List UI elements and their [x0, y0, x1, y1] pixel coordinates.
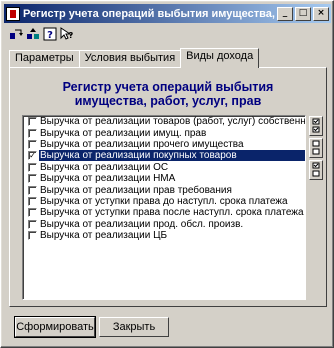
item-label: Выручка от реализации прод. обсл. произв…: [40, 218, 244, 230]
toolbar: ? ?: [9, 27, 74, 43]
heading-line-1: Регистр учета операций выбытия: [62, 80, 274, 94]
help-icon[interactable]: ?: [43, 27, 57, 41]
list-item[interactable]: Выручка от реализации имущ. прав: [23, 127, 305, 139]
list-item[interactable]: Выручка от реализации прав требования: [23, 184, 305, 196]
window-title: Регистр учета операций выбытия имущества…: [23, 7, 277, 20]
dialog-window: Регистр учета операций выбытия имущества…: [0, 0, 334, 348]
close-window-button[interactable]: ×: [313, 6, 329, 21]
item-label: Выручка от реализации покупных товаров: [39, 150, 305, 162]
clear-all-button[interactable]: [309, 138, 323, 158]
list-item[interactable]: Выручка от уступки права после наступл. …: [23, 207, 305, 218]
select-all-icon: [312, 118, 320, 133]
item-checkbox[interactable]: [28, 185, 37, 195]
item-checkbox[interactable]: ✓: [28, 151, 37, 161]
list-item[interactable]: Выручка от уступки права до наступл. сро…: [23, 196, 305, 207]
panel-heading: Регистр учета операций выбытия имущества…: [10, 80, 326, 108]
item-checkbox[interactable]: [28, 117, 37, 127]
select-all-button[interactable]: [309, 116, 323, 136]
list-item[interactable]: Выручка от реализации товаров (работ, ус…: [23, 116, 305, 127]
context-help-icon[interactable]: ?: [60, 27, 74, 41]
minimize-button[interactable]: _: [277, 6, 293, 21]
svg-text:?: ?: [69, 31, 74, 40]
item-label: Выручка от реализации НМА: [40, 173, 176, 185]
invert-selection-icon: [312, 162, 320, 177]
tab-parameters[interactable]: Параметры: [9, 50, 80, 68]
tab-income-types[interactable]: Виды дохода: [180, 48, 260, 68]
income-types-list[interactable]: Выручка от реализации товаров (работ, ус…: [22, 115, 306, 300]
list-item[interactable]: Выручка от реализации ОС: [23, 162, 305, 173]
item-checkbox[interactable]: [28, 208, 37, 218]
item-label: Выручка от реализации ОС: [40, 161, 169, 173]
app-icon[interactable]: [6, 6, 20, 21]
list-item[interactable]: Выручка от реализации прод. обсл. произв…: [23, 219, 305, 230]
item-label: Выручка от реализации прав требования: [40, 184, 232, 196]
item-checkbox[interactable]: [28, 128, 37, 138]
list-item[interactable]: Выручка от реализации НМА: [23, 173, 305, 184]
item-checkbox[interactable]: [28, 196, 37, 206]
open-icon[interactable]: [26, 27, 40, 41]
item-checkbox[interactable]: [28, 139, 37, 149]
tab-strip: Параметры Условия выбытия Виды дохода: [9, 48, 260, 68]
item-label: Выручка от уступки права после наступл. …: [40, 207, 304, 219]
tab-disposal-conditions[interactable]: Условия выбытия: [78, 50, 182, 68]
item-label: Выручка от реализации ЦБ: [40, 230, 168, 242]
item-checkbox[interactable]: [28, 219, 37, 229]
close-button[interactable]: Закрыть: [99, 317, 169, 337]
item-label: Выручка от уступки права до наступл. сро…: [40, 195, 288, 207]
clear-all-icon: [312, 140, 320, 155]
list-item[interactable]: Выручка от реализации прочего имущества: [23, 139, 305, 150]
generate-button[interactable]: Сформировать: [14, 316, 96, 338]
svg-text:?: ?: [47, 30, 53, 41]
list-item[interactable]: ✓ Выручка от реализации покупных товаров: [23, 150, 305, 162]
item-checkbox[interactable]: [28, 231, 37, 241]
item-checkbox[interactable]: [28, 162, 37, 172]
tab-panel: Регистр учета операций выбытия имущества…: [9, 67, 327, 307]
item-label: Выручка от реализации прочего имущества: [40, 138, 244, 150]
item-label: Выручка от реализации товаров (работ, ус…: [40, 116, 306, 128]
item-checkbox[interactable]: [28, 174, 37, 184]
invert-selection-button[interactable]: [309, 160, 323, 180]
refresh-icon[interactable]: [9, 27, 23, 41]
list-item[interactable]: Выручка от реализации ЦБ: [23, 230, 305, 241]
item-label: Выручка от реализации имущ. прав: [40, 127, 207, 139]
maximize-button[interactable]: □: [295, 6, 311, 21]
heading-line-2: имущества, работ, услуг, прав: [74, 94, 262, 108]
title-bar[interactable]: Регистр учета операций выбытия имущества…: [4, 4, 331, 23]
